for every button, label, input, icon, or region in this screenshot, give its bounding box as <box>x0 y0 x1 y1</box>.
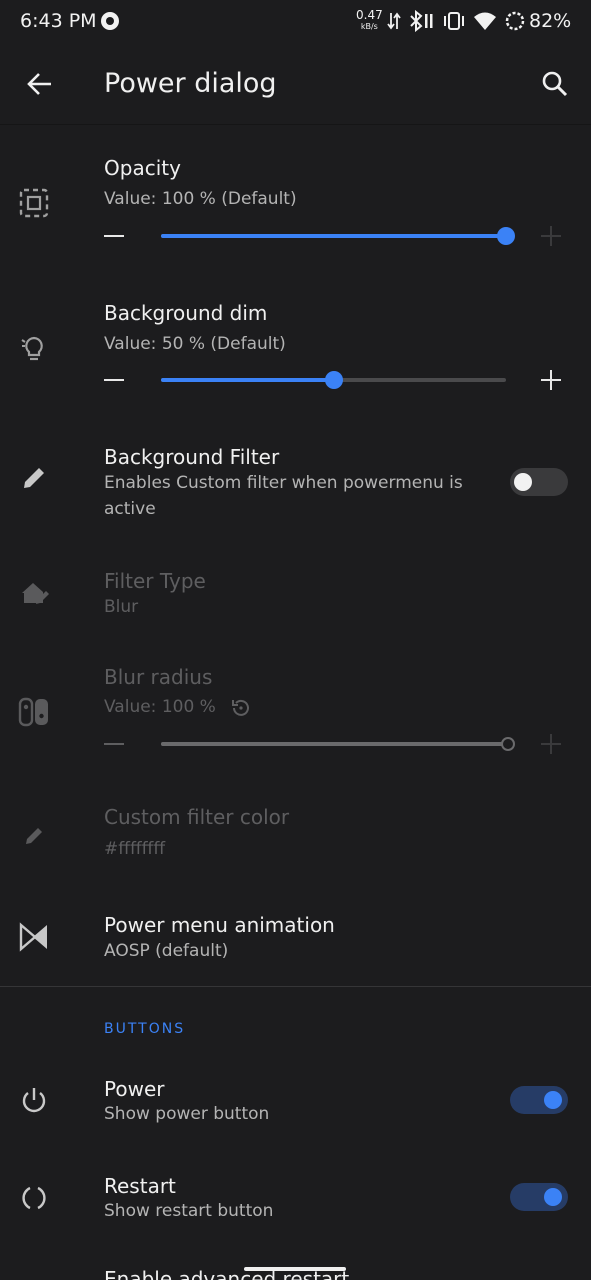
custom-filter-color-setting: Custom filter color #ffffffff <box>0 800 591 870</box>
toggle-knob <box>514 473 532 491</box>
wifi-icon <box>474 12 496 30</box>
slider-thumb[interactable] <box>497 227 515 245</box>
status-time: 6:43 PM <box>20 10 97 32</box>
bluetooth-icon <box>410 10 433 32</box>
increase-icon[interactable] <box>541 370 561 390</box>
reset-icon <box>232 699 249 716</box>
restart-toggle[interactable] <box>510 1183 568 1211</box>
network-speed-value: 0.47 <box>356 8 383 22</box>
slider-fill <box>161 234 506 238</box>
opacity-title: Opacity <box>104 156 181 180</box>
background-dim-slider[interactable] <box>104 365 564 395</box>
section-header-buttons: BUTTONS <box>104 1021 186 1037</box>
increase-icon <box>541 734 561 754</box>
background-dim-title: Background dim <box>104 301 268 325</box>
custom-filter-color-title: Custom filter color <box>104 805 290 829</box>
toggle-knob <box>544 1188 562 1206</box>
pencil-icon <box>24 468 44 488</box>
restart-button-setting[interactable]: Restart Show restart button <box>0 1167 591 1227</box>
battery-saver-icon <box>505 11 525 31</box>
opacity-icon <box>19 188 49 218</box>
custom-filter-color-value: #ffffffff <box>104 839 166 859</box>
decrease-icon[interactable] <box>104 379 124 381</box>
search-icon[interactable] <box>541 70 569 98</box>
slider-track[interactable] <box>161 371 506 389</box>
blur-radius-value: Value: 100 % <box>104 697 216 717</box>
status-bar: 6:43 PM 0.47 kB/s 82% <box>0 0 591 44</box>
screen-record-icon <box>101 12 119 30</box>
background-filter-summary: Enables Custom filter when powermenu is … <box>104 473 463 519</box>
opacity-slider[interactable] <box>104 221 564 251</box>
decrease-icon <box>104 743 124 745</box>
background-filter-setting[interactable]: Background Filter Enables Custom filter … <box>0 440 591 530</box>
pencil-icon <box>26 828 42 844</box>
restart-title: Restart <box>104 1174 176 1198</box>
animation-icon <box>19 922 47 952</box>
network-speed: 0.47 kB/s <box>356 8 383 32</box>
page-title: Power dialog <box>104 68 277 99</box>
slider-thumb <box>501 737 515 751</box>
toggle-knob <box>544 1091 562 1109</box>
vibrate-icon <box>444 12 464 30</box>
battery-percent: 82% <box>529 10 572 32</box>
opacity-value: Value: 100 % (Default) <box>104 189 297 209</box>
restart-summary: Show restart button <box>104 1201 274 1221</box>
power-button-setting[interactable]: Power Show power button <box>0 1070 591 1130</box>
lightbulb-icon <box>21 336 43 361</box>
gesture-nav-handle[interactable] <box>244 1267 346 1271</box>
power-title: Power <box>104 1077 165 1101</box>
decrease-icon[interactable] <box>104 235 124 237</box>
background-filter-title: Background Filter <box>104 445 280 469</box>
background-filter-toggle[interactable] <box>510 468 568 496</box>
power-toggle[interactable] <box>510 1086 568 1114</box>
restart-icon <box>22 1186 46 1210</box>
advanced-restart-setting[interactable]: Enable advanced restart <box>0 1262 591 1280</box>
divider <box>0 986 591 987</box>
app-bar: Power dialog <box>0 44 591 125</box>
blur-radius-title: Blur radius <box>104 665 213 689</box>
opacity-setting: Opacity Value: 100 % (Default) <box>0 150 591 280</box>
slider-track[interactable] <box>161 227 515 245</box>
blur-radius-slider <box>104 729 564 759</box>
background-dim-value: Value: 50 % (Default) <box>104 334 286 354</box>
filter-type-title: Filter Type <box>104 569 206 593</box>
filter-type-setting: Filter Type Blur <box>0 565 591 625</box>
slider-track <box>161 737 515 751</box>
power-menu-animation-value: AOSP (default) <box>104 941 229 961</box>
increase-icon[interactable] <box>541 226 561 246</box>
power-menu-animation-title: Power menu animation <box>104 913 335 937</box>
power-menu-animation-setting[interactable]: Power menu animation AOSP (default) <box>0 905 591 975</box>
network-speed-unit: kB/s <box>360 22 378 31</box>
background-dim-setting: Background dim Value: 50 % (Default) <box>0 295 591 425</box>
power-summary: Show power button <box>104 1104 270 1124</box>
filter-type-value: Blur <box>104 597 139 617</box>
slider-thumb[interactable] <box>324 371 343 389</box>
home-edit-icon <box>22 583 49 604</box>
blur-radius-setting: Blur radius Value: 100 % <box>0 660 591 770</box>
slider-fill <box>161 742 506 746</box>
switch-console-icon <box>18 697 48 727</box>
arrow-back-icon[interactable] <box>26 70 54 98</box>
slider-fill <box>161 378 334 382</box>
data-activity-icon <box>387 12 401 30</box>
power-icon <box>22 1088 46 1113</box>
